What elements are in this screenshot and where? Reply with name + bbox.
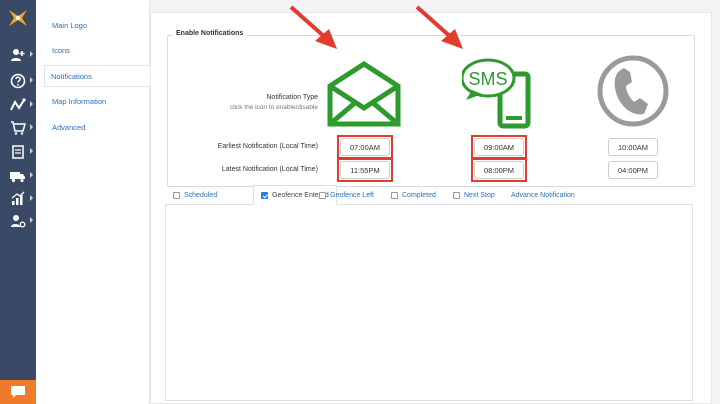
tab-geofence-left-label: Geofence Left: [330, 191, 374, 199]
sidebar-item-advanced[interactable]: Advanced: [46, 116, 150, 138]
phone-handset-icon: [597, 55, 669, 127]
user-settings-icon: [11, 215, 26, 228]
chat-icon: [11, 386, 25, 398]
email-toggle[interactable]: [326, 60, 402, 133]
sidebar-item-main-logo[interactable]: Main Logo: [46, 14, 150, 36]
highlight-sms-latest: [471, 158, 527, 182]
tab-next-stop-label: Next Stop: [464, 191, 495, 199]
earliest-notification-label: Earliest Notification (Local Time): [217, 143, 318, 150]
scheduled-checkbox[interactable]: [173, 191, 180, 199]
notification-type-hint: click the icon to enable/disable: [229, 104, 318, 111]
rail-add-user[interactable]: [0, 44, 36, 66]
routes-icon: [10, 98, 26, 111]
help-icon: [10, 73, 26, 89]
analytics-icon: [11, 191, 25, 205]
settings-sidebar: Main Logo Icons Notifications Map Inform…: [36, 0, 150, 404]
tab-geofence-left[interactable]: Geofence Left: [319, 185, 374, 205]
voice-latest-time[interactable]: 04:00PM: [608, 161, 658, 179]
chat-button[interactable]: [0, 380, 36, 404]
app-window: Main Logo Icons Notifications Map Inform…: [0, 0, 720, 404]
rail-help[interactable]: [0, 70, 36, 92]
truck-icon: [10, 172, 25, 183]
rail-orders[interactable]: [0, 141, 36, 163]
sidebar-item-notifications[interactable]: Notifications: [44, 65, 150, 87]
cart-icon: [11, 121, 26, 135]
annotation-arrow-email: [289, 5, 337, 49]
tab-scheduled[interactable]: Scheduled: [173, 185, 217, 205]
sms-icon-text: SMS: [468, 69, 507, 89]
notifications-panel: Enable Notifications Notification Type c…: [150, 5, 712, 404]
voice-toggle[interactable]: [596, 54, 670, 133]
annotation-arrow-sms: [415, 5, 463, 49]
envelope-icon: [327, 61, 401, 127]
sidebar-item-icons[interactable]: Icons: [46, 39, 150, 61]
add-user-icon: [11, 49, 25, 61]
icon-rail: [0, 0, 36, 404]
highlight-email-latest: [337, 158, 393, 182]
tab-advance-notification-label: Advance Notification: [511, 191, 575, 199]
tab-advance-notification[interactable]: Advance Notification: [511, 185, 575, 205]
highlight-email-earliest: [337, 135, 393, 159]
tab-scheduled-label: Scheduled: [184, 191, 218, 199]
notification-type-label: Notification Type: [266, 94, 318, 101]
notification-event-tabs: Scheduled Geofence Entered Geofence Left…: [165, 185, 693, 205]
geofence-entered-checkbox[interactable]: [261, 191, 268, 199]
sms-toggle[interactable]: SMS: [460, 52, 542, 137]
latest-notification-label: Latest Notification (Local Time): [221, 166, 318, 173]
rail-cart[interactable]: [0, 117, 36, 139]
voice-earliest-time[interactable]: 10:00AM: [608, 138, 658, 156]
sidebar-item-map-information[interactable]: Map Information: [46, 90, 150, 112]
rail-truck[interactable]: [0, 165, 36, 187]
highlight-sms-earliest: [471, 135, 527, 159]
rail-routes[interactable]: [0, 94, 36, 116]
rail-analytics[interactable]: [0, 188, 36, 210]
completed-checkbox[interactable]: [391, 191, 398, 199]
rail-user-settings[interactable]: [0, 210, 36, 232]
sms-phone-icon: SMS: [460, 58, 531, 129]
next-stop-checkbox[interactable]: [453, 191, 460, 199]
geofence-left-checkbox[interactable]: [319, 191, 326, 199]
tab-completed-label: Completed: [402, 191, 436, 199]
brand-logo[interactable]: [0, 0, 36, 36]
fieldset-legend: Enable Notifications: [172, 30, 248, 37]
orders-icon: [12, 145, 24, 159]
tab-content-panel: [165, 205, 693, 401]
tab-completed[interactable]: Completed: [391, 185, 436, 205]
tab-next-stop[interactable]: Next Stop: [453, 185, 495, 205]
